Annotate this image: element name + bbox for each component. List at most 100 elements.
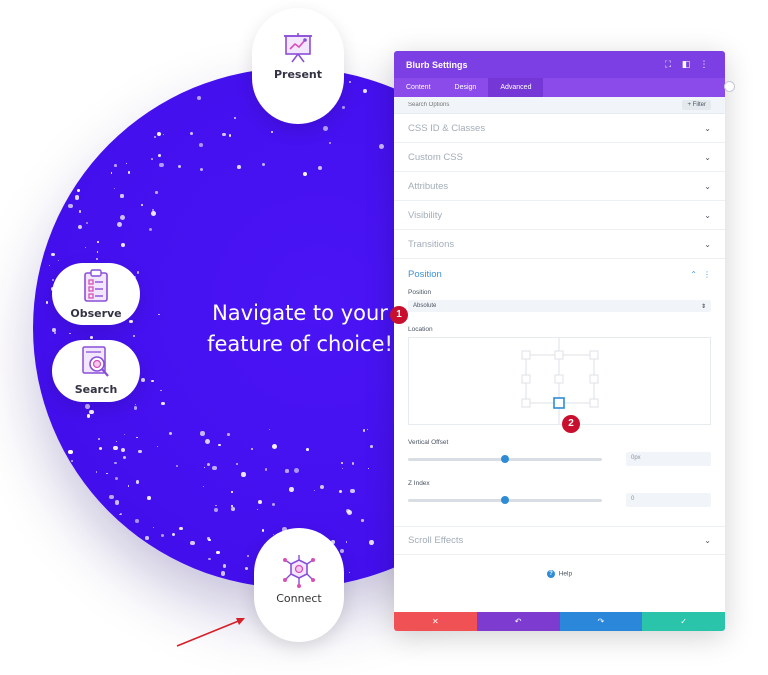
paint-speckle xyxy=(257,509,259,511)
paint-speckle xyxy=(269,429,271,431)
paint-speckle xyxy=(77,225,82,230)
paint-speckle xyxy=(378,144,384,150)
paint-speckle xyxy=(160,389,163,392)
paint-speckle xyxy=(271,131,273,134)
paint-speckle xyxy=(362,429,366,432)
feature-connect[interactable]: Connect xyxy=(254,528,344,642)
paint-speckle xyxy=(95,257,98,260)
search-options-input[interactable] xyxy=(408,102,683,108)
paint-speckle xyxy=(341,467,343,469)
paint-speckle xyxy=(179,526,183,531)
paint-speckle xyxy=(123,433,125,435)
paint-speckle xyxy=(74,194,80,200)
section-position[interactable]: Position ⌃ ⋮ xyxy=(394,259,725,289)
section-custom-css[interactable]: Custom CSS ⌄ xyxy=(394,143,725,172)
help-link[interactable]: ? Help xyxy=(394,570,725,578)
paint-speckle xyxy=(231,491,233,493)
paint-speckle xyxy=(189,131,194,136)
section-visibility[interactable]: Visibility ⌄ xyxy=(394,201,725,230)
paint-speckle xyxy=(348,81,351,84)
paint-speckle xyxy=(222,563,227,568)
paint-speckle xyxy=(204,467,206,469)
redo-icon: ↷ xyxy=(597,617,605,626)
section-label: Visibility xyxy=(408,209,443,221)
headline-line-1: Navigate to your xyxy=(212,301,388,325)
paint-speckle xyxy=(216,550,220,555)
paint-speckle xyxy=(345,540,348,543)
section-transitions[interactable]: Transitions ⌄ xyxy=(394,230,725,259)
feature-search-label: Search xyxy=(74,383,118,396)
tab-design[interactable]: Design xyxy=(443,78,489,97)
vertical-offset-slider[interactable] xyxy=(408,454,602,463)
split-view-icon[interactable]: ◧ xyxy=(677,59,695,70)
paint-speckle xyxy=(136,271,140,274)
paint-speckle xyxy=(207,537,210,540)
paint-speckle xyxy=(285,469,289,473)
paint-speckle xyxy=(132,335,135,338)
paint-speckle xyxy=(95,470,98,473)
redo-button[interactable]: ↷ xyxy=(559,612,643,631)
chevron-down-icon: ⌄ xyxy=(704,536,711,545)
blurb-settings-panel: Blurb Settings ⛶ ◧ ⋮ Content Design Adva… xyxy=(394,51,725,631)
paint-speckle xyxy=(271,502,276,507)
feature-search[interactable]: Search xyxy=(52,340,140,402)
paint-speckle xyxy=(237,164,241,169)
section-css-id-classes[interactable]: CSS ID & Classes ⌄ xyxy=(394,114,725,143)
filter-button[interactable]: + Filter xyxy=(682,100,711,110)
paint-speckle xyxy=(345,508,350,513)
paint-speckle xyxy=(320,485,325,490)
undo-button[interactable]: ↶ xyxy=(476,612,560,631)
paint-speckle xyxy=(48,264,51,266)
chevron-down-icon: ⌄ xyxy=(704,239,711,249)
more-options-icon[interactable]: ⋮ xyxy=(703,270,711,279)
location-picker[interactable] xyxy=(408,337,711,425)
section-scroll-effects[interactable]: Scroll Effects ⌄ xyxy=(394,526,725,555)
paint-speckle xyxy=(202,486,204,488)
panel-resize-handle[interactable] xyxy=(724,81,735,92)
paint-speckle xyxy=(119,513,122,516)
paint-speckle xyxy=(258,499,263,504)
paint-speckle xyxy=(151,210,156,216)
vertical-offset-input[interactable]: 0px xyxy=(626,452,711,466)
paint-speckle xyxy=(154,136,156,138)
paint-speckle xyxy=(68,449,73,455)
paint-speckle xyxy=(218,443,222,447)
paint-speckle xyxy=(121,448,126,453)
z-index-slider-thumb[interactable] xyxy=(501,495,509,504)
save-button[interactable]: ✓ xyxy=(642,612,725,631)
paint-speckle xyxy=(306,448,309,451)
discard-button[interactable]: ✕ xyxy=(394,612,477,631)
paint-speckle xyxy=(127,485,129,487)
chevron-down-icon: ⌄ xyxy=(704,181,711,191)
paint-speckle xyxy=(264,468,268,471)
section-label: Custom CSS xyxy=(408,151,463,163)
feature-observe[interactable]: Observe xyxy=(52,263,140,325)
feature-present[interactable]: Present xyxy=(252,8,344,124)
paint-speckle xyxy=(261,162,266,167)
paint-speckle xyxy=(150,379,154,383)
paint-speckle xyxy=(114,500,120,506)
paint-speckle xyxy=(361,519,364,522)
paint-speckle xyxy=(98,446,102,450)
expand-icon[interactable]: ⛶ xyxy=(659,59,677,70)
tab-advanced[interactable]: Advanced xyxy=(488,78,544,97)
z-index-row: 0 xyxy=(394,493,725,507)
paint-speckle xyxy=(206,462,210,467)
paint-speckle xyxy=(370,445,374,449)
more-options-icon[interactable]: ⋮ xyxy=(695,59,713,70)
location-field-label: Location xyxy=(408,326,433,333)
paint-speckle xyxy=(97,438,100,440)
z-index-input[interactable]: 0 xyxy=(626,493,711,507)
paint-speckle xyxy=(151,157,153,160)
vertical-offset-slider-thumb[interactable] xyxy=(501,454,509,463)
z-index-slider[interactable] xyxy=(408,495,602,504)
position-select[interactable]: Absolute ⇕ xyxy=(408,300,711,312)
paint-speckle xyxy=(114,164,117,167)
paint-speckle xyxy=(97,241,100,243)
tab-content[interactable]: Content xyxy=(394,78,443,97)
paint-speckle xyxy=(329,141,332,144)
paint-speckle xyxy=(115,440,118,443)
presentation-board-icon xyxy=(284,33,312,63)
paint-speckle xyxy=(212,465,217,470)
section-attributes[interactable]: Attributes ⌄ xyxy=(394,172,725,201)
